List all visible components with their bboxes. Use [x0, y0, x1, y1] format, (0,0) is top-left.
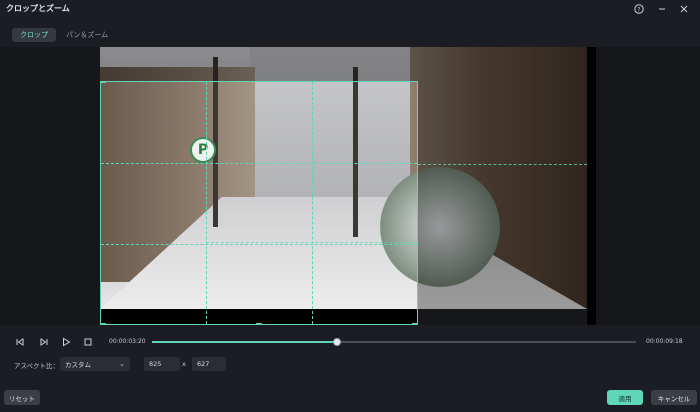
- timeline-slider[interactable]: [152, 338, 636, 346]
- crop-handle-bottom-right[interactable]: [412, 323, 418, 325]
- frame-edge: [587, 47, 596, 325]
- timeline-playhead[interactable]: [332, 338, 341, 346]
- window-title: クロップとズーム: [6, 4, 70, 13]
- cancel-button[interactable]: キャンセル: [651, 390, 697, 405]
- crop-gridline: [206, 82, 207, 324]
- chevron-down-icon: ⌄: [119, 360, 125, 368]
- crop-height-input[interactable]: 627: [192, 357, 226, 371]
- next-frame-icon[interactable]: [36, 334, 52, 350]
- reset-button[interactable]: リセット: [4, 390, 40, 405]
- crop-width-input[interactable]: 825: [144, 357, 180, 371]
- crop-mask-right: [418, 81, 587, 309]
- current-time: 00:00:03:20: [109, 338, 146, 345]
- stop-icon[interactable]: [80, 334, 96, 350]
- title-bar: クロップとズーム ?: [0, 0, 700, 18]
- tab-pan-zoom[interactable]: パン＆ズーム: [66, 28, 108, 42]
- crop-gridline: [101, 244, 417, 245]
- help-icon[interactable]: ?: [633, 3, 645, 15]
- apply-button[interactable]: 適用: [607, 390, 643, 405]
- crop-handle-bottom-left[interactable]: [100, 323, 106, 325]
- aspect-ratio-label: アスペクト比：: [14, 362, 60, 370]
- aspect-ratio-select[interactable]: カスタム ⌄: [60, 357, 130, 371]
- tab-crop[interactable]: クロップ: [12, 28, 56, 42]
- crop-gridline: [312, 82, 313, 324]
- minimize-icon[interactable]: [656, 3, 668, 15]
- aspect-ratio-row: アスペクト比： カスタム ⌄ 825 x 627: [0, 357, 700, 373]
- tab-bar: クロップ パン＆ズーム: [0, 25, 700, 47]
- close-icon[interactable]: [678, 3, 690, 15]
- crop-handle-bottom[interactable]: [256, 323, 262, 325]
- play-icon[interactable]: [58, 334, 74, 350]
- crop-guide-extension: [418, 164, 587, 165]
- preview-stage: P: [0, 47, 700, 325]
- crop-handle-top-left[interactable]: [100, 81, 106, 83]
- crop-frame[interactable]: [100, 81, 418, 325]
- playback-controls: 00:00:03:20 00:00:09:18: [0, 332, 700, 352]
- svg-text:?: ?: [637, 6, 640, 13]
- crop-mask-top: [100, 47, 587, 81]
- timeline-progress: [152, 341, 336, 343]
- aspect-ratio-value: カスタム: [65, 361, 91, 369]
- previous-frame-icon[interactable]: [12, 334, 28, 350]
- total-time: 00:00:09:18: [646, 338, 683, 345]
- crop-gridline: [101, 163, 417, 164]
- dimension-separator: x: [182, 360, 186, 368]
